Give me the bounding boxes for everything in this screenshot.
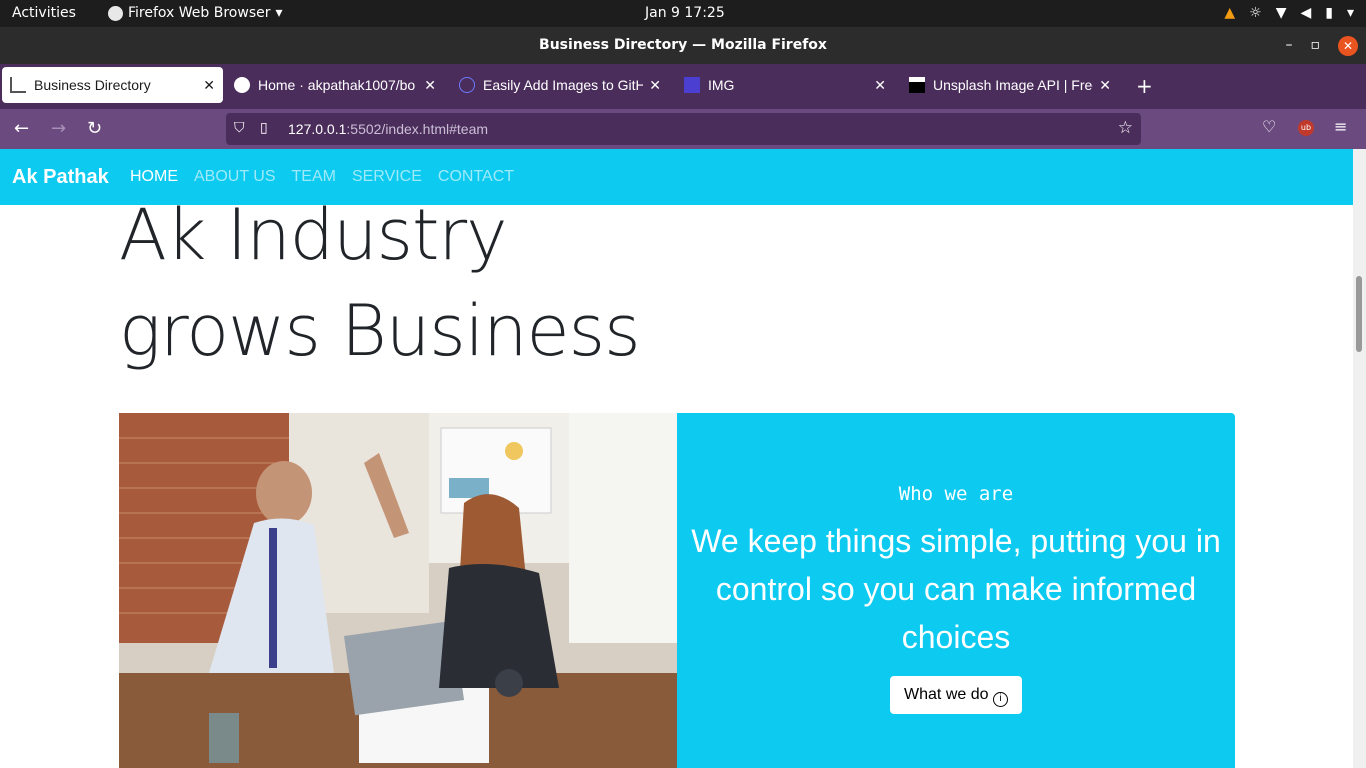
brightness-icon: ☼: [1249, 5, 1262, 21]
tab-label: Unsplash Image API | Free: [933, 77, 1094, 93]
caret-down-icon: ▾: [275, 5, 283, 21]
new-tab-icon[interactable]: +: [1136, 74, 1153, 98]
nav-service[interactable]: SERVICE: [352, 168, 422, 186]
office-photo-illustration: [119, 413, 677, 768]
firefox-icon: [108, 5, 123, 21]
vlc-icon[interactable]: ▲: [1224, 5, 1235, 21]
forward-icon[interactable]: →: [51, 118, 66, 139]
menu-icon[interactable]: ≡: [1334, 117, 1347, 136]
tab-github[interactable]: Home · akpathak1007/bo ✕: [226, 67, 444, 103]
system-tray[interactable]: ▲ ☼ ▼ ◀ ▮ ▾: [1224, 5, 1354, 21]
url-bar[interactable]: ⛉ ▯ 127.0.0.1:5502/index.html#team ☆: [226, 113, 1141, 145]
shield-icon[interactable]: ⛉: [234, 119, 245, 136]
url-path: :5502/index.html#team: [346, 121, 489, 137]
close-window-icon[interactable]: ✕: [1338, 35, 1358, 56]
battery-icon: ▮: [1325, 5, 1333, 21]
tab-label: Home · akpathak1007/bo: [258, 77, 416, 93]
nav-home[interactable]: HOME: [130, 168, 178, 186]
scrollbar-thumb[interactable]: [1356, 276, 1362, 352]
info-icon: i: [992, 692, 1008, 707]
activities-button[interactable]: Activities: [12, 5, 76, 21]
img-icon: [684, 77, 700, 93]
reload-icon[interactable]: ↻: [87, 118, 102, 139]
who-we-are-panel: Who we are We keep things simple, puttin…: [677, 413, 1235, 768]
tab-label: IMG: [708, 77, 735, 93]
building-icon: [10, 77, 26, 93]
minimize-icon[interactable]: –: [1286, 27, 1293, 64]
app-menu[interactable]: Firefox Web Browser ▾: [108, 5, 283, 21]
maximize-icon[interactable]: ▫: [1311, 27, 1321, 64]
back-icon[interactable]: ←: [14, 118, 29, 139]
window-title: Business Directory — Mozilla Firefox: [539, 37, 827, 53]
nav-contact[interactable]: CONTACT: [438, 168, 514, 186]
url-host: 127.0.0.1: [288, 121, 347, 137]
nav-about[interactable]: ABOUT US: [194, 168, 276, 186]
system-top-bar: Activities Firefox Web Browser ▾ Jan 9 1…: [0, 0, 1366, 27]
window-title-bar: Business Directory — Mozilla Firefox – ▫…: [0, 27, 1366, 64]
tray-menu-icon[interactable]: ▾: [1347, 5, 1354, 21]
tab-label: Easily Add Images to GitH: [483, 77, 644, 93]
app-menu-label: Firefox Web Browser: [128, 5, 271, 21]
pocket-icon[interactable]: ♡: [1262, 117, 1276, 136]
tab-img[interactable]: IMG ✕: [676, 67, 894, 103]
hero-heading: Ak Industry grows Business: [119, 187, 641, 379]
nav-team[interactable]: TEAM: [292, 168, 336, 186]
ublock-icon[interactable]: ub: [1298, 120, 1314, 136]
page-viewport: Ak Pathak HOME ABOUT US TEAM SERVICE CON…: [0, 149, 1366, 768]
hero-line-2: grows Business: [119, 290, 641, 372]
close-tab-icon[interactable]: ✕: [424, 77, 436, 94]
tab-unsplash[interactable]: Unsplash Image API | Free ✕: [901, 67, 1119, 103]
close-tab-icon[interactable]: ✕: [649, 77, 661, 94]
page-icon[interactable]: ▯: [260, 119, 268, 136]
close-tab-icon[interactable]: ✕: [1099, 77, 1111, 94]
navigation-toolbar: ← → ↻ ⛉ ▯ 127.0.0.1:5502/index.html#team…: [0, 109, 1366, 149]
lead-text: We keep things simple, putting you in co…: [691, 523, 1221, 655]
office-photo: [119, 413, 677, 768]
volume-icon: ◀: [1300, 5, 1312, 21]
what-we-do-button[interactable]: What we do i: [890, 676, 1022, 714]
url-text[interactable]: 127.0.0.1:5502/index.html#team: [288, 121, 488, 137]
page-scrollbar[interactable]: [1353, 149, 1366, 768]
github-icon: [234, 77, 250, 93]
a-logo-icon: [459, 77, 475, 93]
tab-strip: Business Directory ✕ Home · akpathak1007…: [0, 64, 1366, 109]
who-we-are-label: Who we are: [898, 483, 1014, 505]
site-nav-links: HOME ABOUT US TEAM SERVICE CONTACT: [130, 168, 514, 186]
clock[interactable]: Jan 9 17:25: [645, 5, 725, 21]
close-tab-icon[interactable]: ✕: [203, 77, 215, 94]
tab-add-images[interactable]: Easily Add Images to GitH ✕: [451, 67, 669, 103]
site-brand[interactable]: Ak Pathak: [12, 166, 109, 189]
close-tab-icon[interactable]: ✕: [874, 77, 886, 94]
unsplash-icon: [909, 77, 925, 93]
wifi-icon: ▼: [1275, 5, 1287, 21]
tab-label: Business Directory: [34, 77, 151, 93]
bookmark-star-icon[interactable]: ☆: [1118, 118, 1133, 138]
what-we-do-label: What we do: [904, 686, 989, 703]
site-navbar: Ak Pathak HOME ABOUT US TEAM SERVICE CON…: [0, 149, 1353, 205]
tab-business-directory[interactable]: Business Directory ✕: [2, 67, 223, 103]
